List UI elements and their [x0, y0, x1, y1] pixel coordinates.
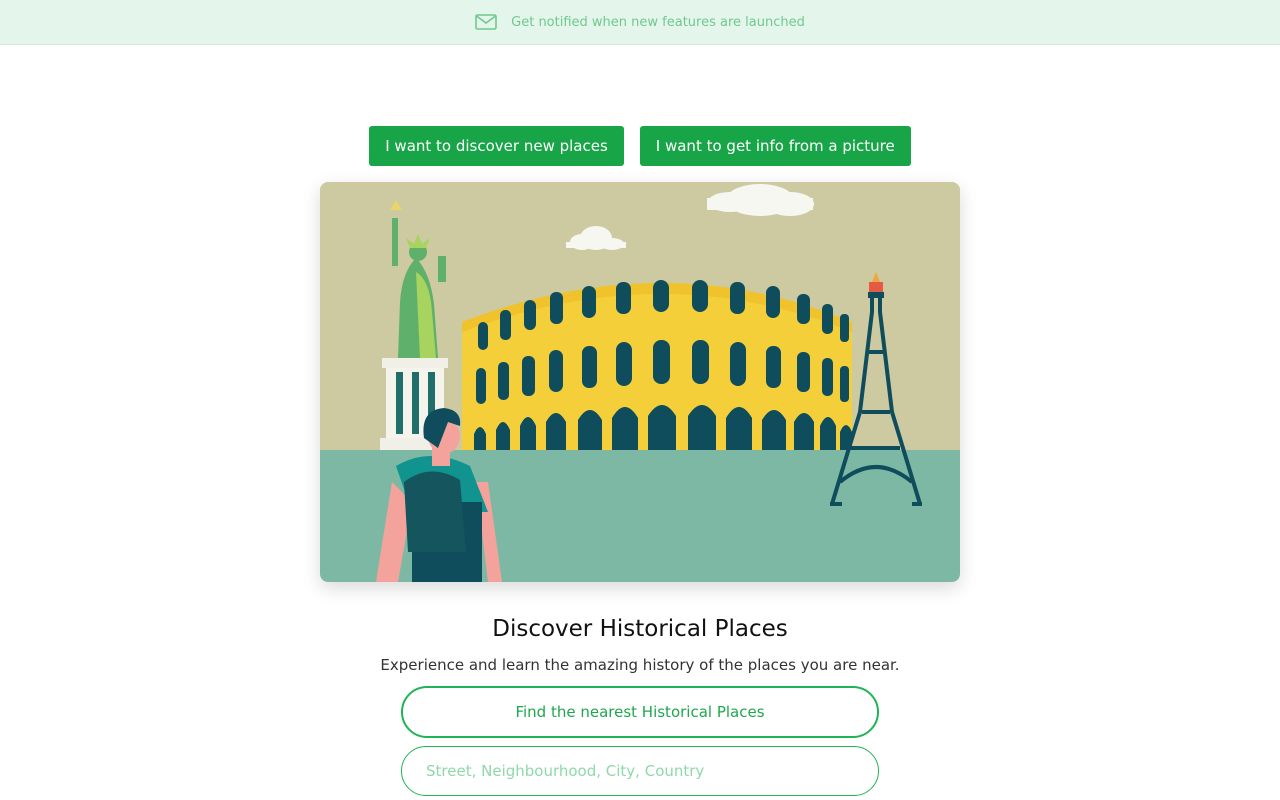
page-subtitle: Experience and learn the amazing history…: [380, 656, 900, 674]
mail-icon: [475, 14, 497, 30]
discover-places-button[interactable]: I want to discover new places: [369, 126, 624, 166]
page-title: Discover Historical Places: [492, 616, 788, 642]
find-nearest-places-button[interactable]: Find the nearest Historical Places: [401, 686, 879, 738]
address-input[interactable]: [401, 746, 879, 796]
notification-banner[interactable]: Get notified when new features are launc…: [0, 0, 1280, 45]
banner-text: Get notified when new features are launc…: [511, 14, 805, 30]
hero-illustration: [320, 182, 960, 582]
mode-tabs: I want to discover new places I want to …: [0, 126, 1280, 166]
colosseum-illustration: [462, 280, 852, 450]
picture-info-button[interactable]: I want to get info from a picture: [639, 126, 911, 166]
